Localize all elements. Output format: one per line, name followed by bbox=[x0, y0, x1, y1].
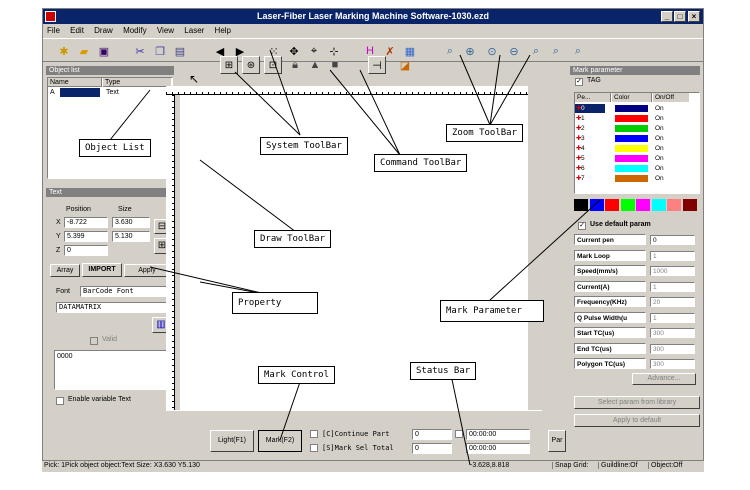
line-status-bar bbox=[449, 369, 471, 466]
line-mark-control bbox=[279, 381, 301, 441]
line-draw-toolbar bbox=[199, 159, 301, 236]
callout-status-bar: Status Bar bbox=[410, 362, 477, 380]
line-object-list bbox=[109, 89, 151, 141]
callout-mark-control: Mark Control bbox=[258, 366, 336, 384]
callout-command-toolbar: Command ToolBar bbox=[374, 154, 468, 172]
callout-mark-parameter: Mark Parameter bbox=[440, 300, 544, 322]
line-command-2 bbox=[359, 69, 401, 156]
line-mark-param bbox=[489, 199, 601, 301]
callout-lines bbox=[109, 49, 601, 466]
callout-draw-toolbar: Draw ToolBar bbox=[254, 230, 332, 248]
line-property-2 bbox=[149, 266, 271, 296]
line-zoom-2 bbox=[489, 54, 501, 126]
line-system-1 bbox=[269, 49, 301, 136]
callout-zoom-toolbar: Zoom ToolBar bbox=[446, 124, 524, 142]
line-zoom-1 bbox=[459, 54, 491, 126]
line-zoom-3 bbox=[489, 54, 531, 126]
callout-object-list: Object List bbox=[79, 139, 151, 157]
callout-system-toolbar: System ToolBar bbox=[260, 137, 348, 155]
line-system-2 bbox=[234, 71, 301, 136]
callout-property: Property bbox=[232, 292, 318, 314]
